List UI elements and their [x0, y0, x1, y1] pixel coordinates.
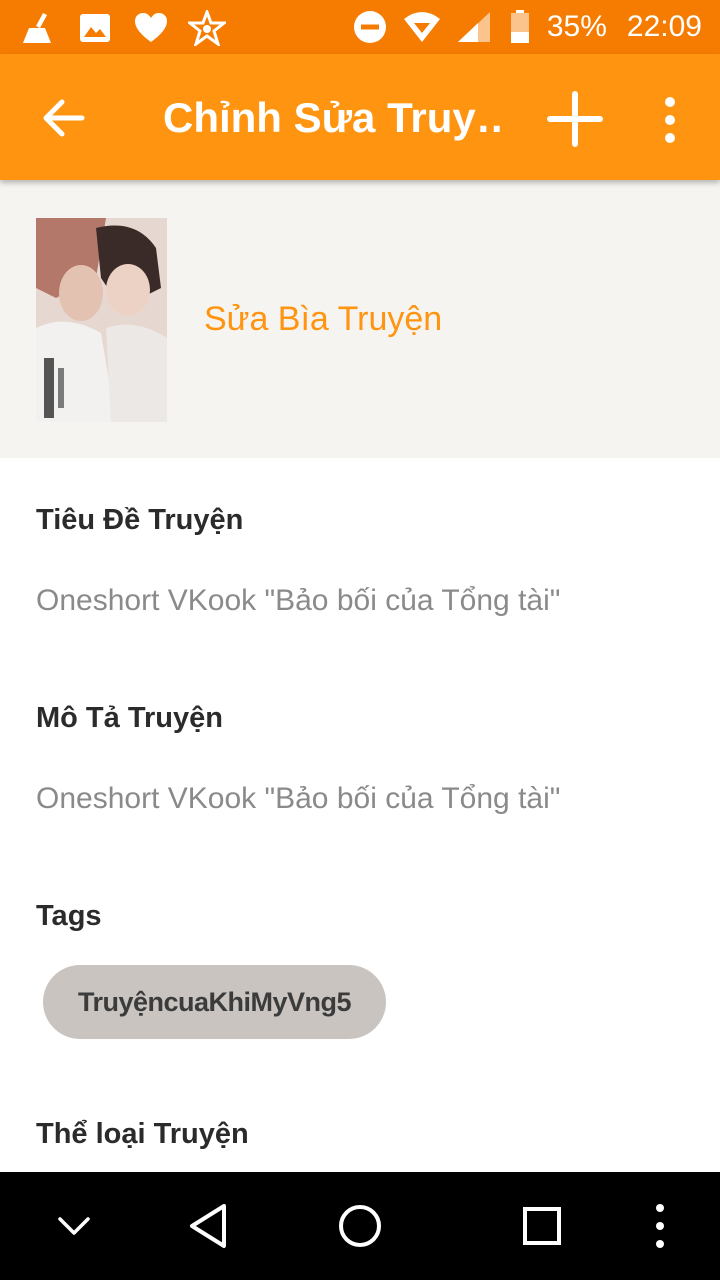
description-label: Mô Tả Truyện: [36, 702, 223, 734]
chevron-down-icon: [58, 1217, 90, 1235]
tags-label: Tags: [36, 900, 102, 932]
back-triangle-icon: [190, 1204, 226, 1248]
clock: 22:09: [626, 10, 702, 43]
tag-chip[interactable]: TruyệncuaKhiMyVng5: [43, 965, 387, 1039]
do-not-disturb-icon: [351, 9, 389, 45]
title-label: Tiêu Đề Truyện: [36, 504, 244, 536]
nav-recents-button[interactable]: [512, 1196, 572, 1256]
add-button[interactable]: [544, 88, 606, 150]
hide-keyboard-button[interactable]: [44, 1196, 104, 1256]
genre-label: Thể loại Truyện: [36, 1118, 249, 1150]
story-cover-image[interactable]: [36, 218, 167, 422]
plus-icon: [547, 91, 603, 147]
battery-icon: [507, 9, 533, 45]
app-bar: Chỉnh Sửa Truy…: [0, 54, 720, 180]
broom-icon: [20, 10, 58, 46]
star-badge-icon: [188, 10, 226, 46]
system-nav-bar: [0, 1172, 720, 1280]
image-icon: [76, 10, 114, 46]
edit-cover-link[interactable]: Sửa Bìa Truyện: [204, 300, 442, 339]
recents-square-icon: [523, 1207, 561, 1245]
title-field[interactable]: Oneshort VKook "Bảo bối của Tổng tài": [36, 584, 560, 618]
more-vertical-icon: [665, 97, 675, 143]
signal-icon: [455, 9, 493, 45]
nav-home-button[interactable]: [330, 1196, 390, 1256]
wifi-icon: [403, 9, 441, 45]
back-button[interactable]: [36, 90, 92, 146]
cover-section: Sửa Bìa Truyện: [0, 180, 720, 458]
more-options-button[interactable]: [650, 90, 690, 150]
more-vertical-icon: [656, 1204, 664, 1248]
page-title: Chỉnh Sửa Truy…: [163, 94, 503, 141]
status-bar: 35% 22:09: [0, 0, 720, 54]
arrow-back-icon: [43, 99, 85, 137]
nav-back-button[interactable]: [178, 1196, 238, 1256]
nav-menu-button[interactable]: [630, 1196, 690, 1256]
heart-icon: [132, 10, 170, 46]
description-field[interactable]: Oneshort VKook "Bảo bối của Tổng tài": [36, 782, 560, 816]
battery-percent: 35%: [546, 10, 607, 43]
home-circle-icon: [339, 1205, 381, 1247]
